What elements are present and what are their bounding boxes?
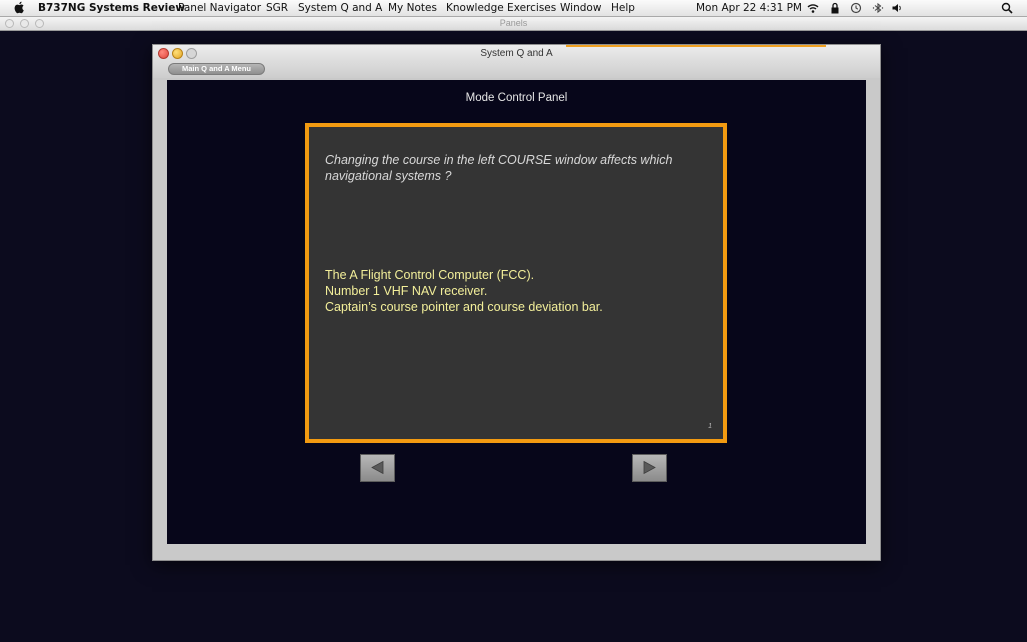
right-arrow-icon xyxy=(643,460,656,475)
spotlight-search-icon[interactable] xyxy=(1001,2,1013,14)
answer-item: Number 1 VHF NAV receiver. xyxy=(325,284,488,298)
previous-question-button[interactable] xyxy=(360,454,395,482)
question-text: Changing the course in the left COURSE w… xyxy=(325,153,673,183)
answer-item: Captain’s course pointer and course devi… xyxy=(325,300,603,314)
app-name-menu[interactable]: B737NG Systems Review xyxy=(38,1,185,15)
apple-menu-icon[interactable] xyxy=(13,1,25,14)
section-title: Mode Control Panel xyxy=(465,92,568,104)
menu-panel-navigator[interactable]: Panel Navigator xyxy=(178,1,261,15)
time-machine-icon[interactable] xyxy=(850,2,862,14)
next-question-button[interactable] xyxy=(632,454,667,482)
menu-clock[interactable]: Mon Apr 22 4:31 PM xyxy=(696,1,802,15)
wifi-icon[interactable] xyxy=(807,2,819,14)
answer-list: The A Flight Control Computer (FCC). Num… xyxy=(325,267,710,315)
volume-icon[interactable] xyxy=(891,2,903,14)
menu-help[interactable]: Help xyxy=(611,1,635,15)
window-title: System Q and A xyxy=(480,48,553,59)
panels-window-title: Panels xyxy=(499,18,528,28)
menu-system-q-and-a[interactable]: System Q and A xyxy=(298,1,382,15)
menu-my-notes[interactable]: My Notes xyxy=(388,1,437,15)
answer-item: The A Flight Control Computer (FCC). xyxy=(325,268,535,282)
lock-icon[interactable] xyxy=(829,2,841,14)
bluetooth-icon[interactable] xyxy=(872,2,884,14)
question-card: Changing the course in the left COURSE w… xyxy=(305,123,727,443)
q-and-a-content-area: Mode Control Panel Changing the course i… xyxy=(167,80,866,544)
system-q-and-a-window: System Q and A Main Q and A Menu Mode Co… xyxy=(152,44,881,561)
left-arrow-icon xyxy=(371,460,384,475)
main-q-and-a-menu-button[interactable]: Main Q and A Menu xyxy=(168,63,265,75)
page-number: 1 xyxy=(708,423,712,430)
window-titlebar: System Q and A Main Q and A Menu xyxy=(153,45,880,78)
menu-window[interactable]: Window xyxy=(560,1,601,15)
menu-bar: B737NG Systems Review Panel Navigator SG… xyxy=(0,0,1027,17)
menu-sgr[interactable]: SGR xyxy=(266,1,288,15)
orange-accent-strip xyxy=(566,45,826,47)
panels-window-titlebar: Panels xyxy=(0,17,1027,31)
menu-knowledge-exercises[interactable]: Knowledge Exercises xyxy=(446,1,556,15)
